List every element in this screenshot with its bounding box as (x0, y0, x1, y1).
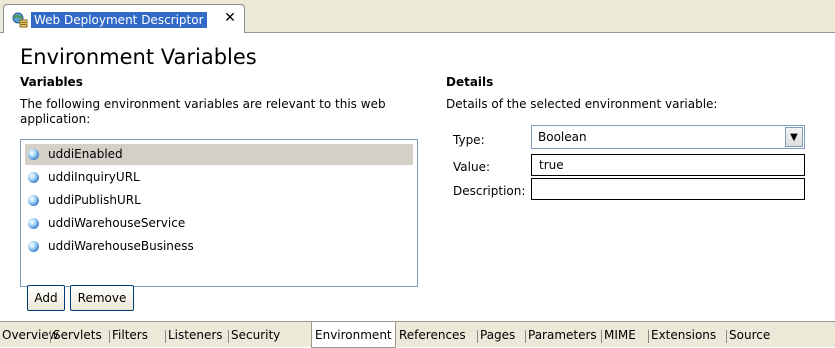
variable-icon (28, 218, 39, 229)
tab-pages[interactable]: Pages (480, 326, 515, 344)
description-label: Description: (453, 184, 526, 198)
editor-tab-title: Web Deployment Descriptor (31, 12, 207, 28)
description-field[interactable] (531, 178, 805, 200)
tab-divider (601, 330, 602, 343)
tab-divider (525, 330, 526, 343)
variable-icon (28, 172, 39, 183)
type-label: Type: (453, 133, 485, 147)
details-section-title: Details (446, 75, 494, 89)
variables-list[interactable]: uddiEnabled uddiInquiryURL uddiPublishURL u… (20, 139, 418, 287)
value-label: Value: (453, 160, 490, 174)
editor-tab[interactable]: Web Deployment Descriptor ✕ (3, 4, 245, 34)
list-item-label: uddiWarehouseBusiness (48, 239, 194, 253)
variable-icon (28, 241, 39, 252)
tab-divider (50, 330, 51, 343)
tab-divider (228, 330, 229, 343)
tab-divider (165, 330, 166, 343)
list-item-label: uddiEnabled (48, 147, 123, 161)
tab-environment[interactable]: Environment (311, 322, 396, 348)
tab-references[interactable]: References (399, 326, 466, 344)
variable-icon (28, 195, 39, 206)
add-button[interactable]: Add (27, 285, 65, 311)
value-field[interactable]: true (531, 154, 805, 176)
editor-content: Environment Variables Variables The foll… (0, 33, 835, 321)
list-item[interactable]: uddiInquiryURL (25, 167, 413, 188)
variable-icon (28, 149, 39, 160)
tab-divider (477, 330, 478, 343)
list-item[interactable]: uddiPublishURL (25, 190, 413, 211)
list-item[interactable]: uddiWarehouseBusiness (25, 236, 413, 257)
editor-tab-strip: Web Deployment Descriptor ✕ (0, 0, 835, 34)
type-select[interactable]: Boolean ▼ (531, 125, 805, 149)
tab-security[interactable]: Security (231, 326, 280, 344)
page-tab-bar: Overview Servlets Filters Listeners Security… (0, 321, 835, 348)
variables-description: The following environment variables are … (20, 97, 386, 126)
tab-listeners[interactable]: Listeners (168, 326, 223, 344)
tab-divider (109, 330, 110, 343)
page-title: Environment Variables (20, 45, 257, 69)
chevron-down-icon[interactable]: ▼ (785, 127, 803, 147)
tab-servlets[interactable]: Servlets (53, 326, 102, 344)
web-app-icon (12, 12, 28, 28)
tab-mime[interactable]: MIME (604, 326, 636, 344)
list-item-label: uddiPublishURL (48, 193, 141, 207)
list-item-label: uddiWarehouseService (48, 216, 186, 230)
type-select-value: Boolean (538, 130, 587, 144)
variables-section-title: Variables (20, 75, 83, 89)
tab-divider (726, 330, 727, 343)
close-icon[interactable]: ✕ (222, 9, 238, 27)
details-description: Details of the selected environment vari… (446, 97, 718, 111)
tab-filters[interactable]: Filters (112, 326, 148, 344)
tab-source[interactable]: Source (729, 326, 770, 344)
tab-divider (648, 330, 649, 343)
list-item[interactable]: uddiWarehouseService (25, 213, 413, 234)
list-item-label: uddiInquiryURL (48, 170, 140, 184)
remove-button[interactable]: Remove (70, 285, 134, 311)
tab-parameters[interactable]: Parameters (528, 326, 597, 344)
list-item[interactable]: uddiEnabled (25, 144, 413, 165)
tab-extensions[interactable]: Extensions (651, 326, 716, 344)
